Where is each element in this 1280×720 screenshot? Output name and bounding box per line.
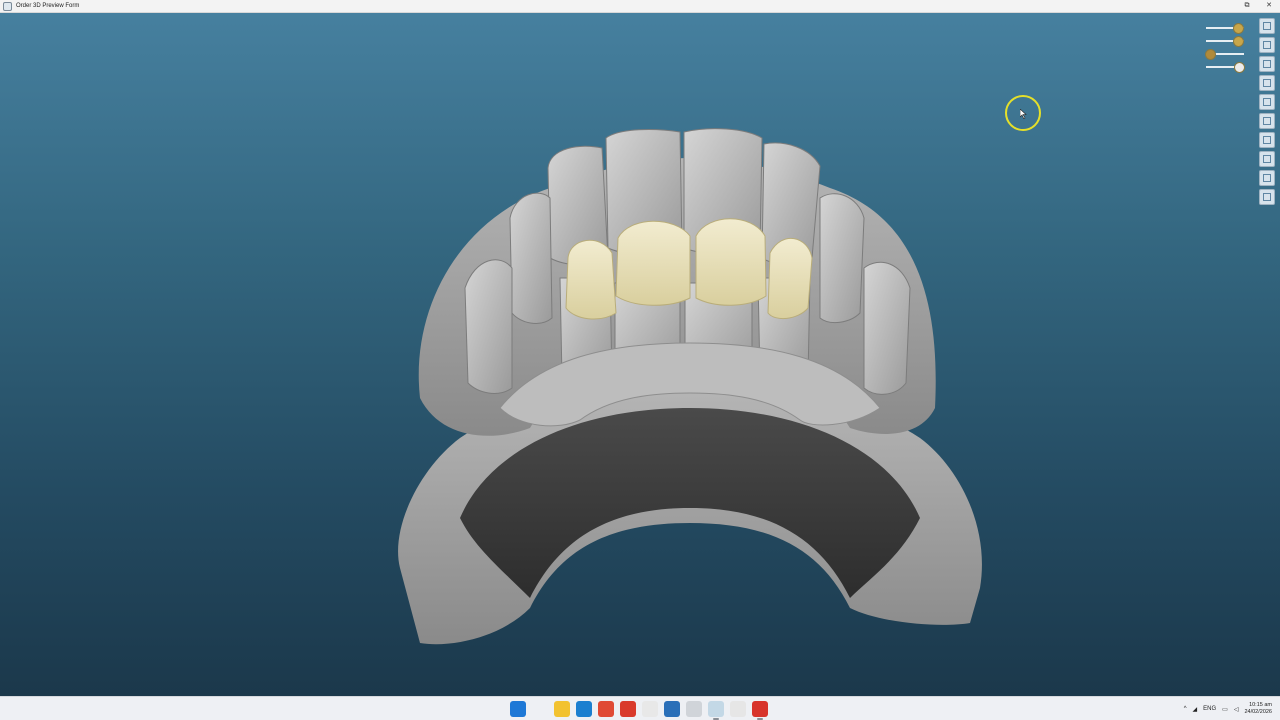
view-right-icon [1263, 79, 1271, 87]
mouse-pointer-icon [1020, 109, 1027, 119]
volume-icon[interactable]: ◁ [1234, 706, 1239, 713]
network-icon[interactable]: ◢ [1193, 706, 1198, 713]
view-front-icon [1263, 22, 1271, 30]
screenshot-icon [1263, 174, 1271, 182]
clock-time: 10:15 am [1249, 702, 1272, 708]
view-top-button[interactable] [1259, 94, 1275, 110]
teeth-app-icon[interactable] [730, 701, 746, 717]
settings-button[interactable] [1259, 189, 1275, 205]
language-indicator[interactable]: ENG [1203, 706, 1216, 712]
battery-icon[interactable]: ▭ [1222, 706, 1228, 713]
opacity-sliders [1204, 21, 1250, 73]
start-icon[interactable] [510, 701, 526, 717]
dental-model-3d[interactable] [380, 108, 1000, 668]
view-top-icon [1263, 98, 1271, 106]
edge-icon[interactable] [576, 701, 592, 717]
window-title: Order 3D Preview Form [16, 3, 80, 9]
clock[interactable]: 10:15 am 24/02/2026 [1244, 702, 1272, 716]
color-icon [1263, 155, 1271, 163]
settings-icon [1263, 193, 1271, 201]
view-bottom-button[interactable] [1259, 113, 1275, 129]
slider-restoration[interactable] [1204, 60, 1250, 73]
taskbar: ^ ◢ ENG ▭ ◁ 10:15 am 24/02/2026 [0, 696, 1280, 720]
slider-antagonist[interactable] [1204, 47, 1250, 60]
order-app-icon[interactable] [752, 701, 768, 720]
layers-button[interactable] [1259, 132, 1275, 148]
view-bottom-icon [1263, 117, 1271, 125]
view-back-button[interactable] [1259, 37, 1275, 53]
screenshot-button[interactable] [1259, 170, 1275, 186]
view-left-button[interactable] [1259, 56, 1275, 72]
system-tray: ^ ◢ ENG ▭ ◁ 10:15 am 24/02/2026 [1184, 697, 1280, 720]
show-hidden-icons-icon[interactable]: ^ [1184, 706, 1187, 712]
design-app-icon[interactable] [708, 701, 724, 720]
view-left-icon [1263, 60, 1271, 68]
viewer-icon[interactable] [686, 701, 702, 717]
search-icon[interactable] [532, 701, 548, 717]
slider-thumb[interactable] [1233, 23, 1245, 34]
color-button[interactable] [1259, 151, 1275, 167]
clock-date: 24/02/2026 [1244, 709, 1272, 715]
pdf-icon[interactable] [642, 701, 658, 717]
file-explorer-icon[interactable] [554, 701, 570, 717]
app-icon [3, 1, 12, 11]
slider-upper-model[interactable] [1204, 21, 1250, 34]
media-icon[interactable] [620, 701, 636, 717]
close-button[interactable]: ✕ [1258, 0, 1280, 12]
layers-icon [1263, 136, 1271, 144]
taskbar-apps [510, 701, 774, 720]
view-front-button[interactable] [1259, 18, 1275, 34]
title-bar: Order 3D Preview Form ⧉ ✕ [0, 0, 1280, 13]
slider-lower-model[interactable] [1204, 34, 1250, 47]
3d-viewport[interactable] [0, 13, 1280, 696]
restore-button[interactable]: ⧉ [1236, 0, 1258, 12]
chrome-icon[interactable] [598, 701, 614, 717]
slider-thumb[interactable] [1205, 49, 1217, 60]
view-right-button[interactable] [1259, 75, 1275, 91]
slider-thumb[interactable] [1233, 36, 1245, 47]
slider-thumb[interactable] [1234, 62, 1246, 73]
dental-app-icon[interactable] [664, 701, 680, 717]
view-back-icon [1263, 41, 1271, 49]
view-toolbar [1259, 18, 1275, 208]
